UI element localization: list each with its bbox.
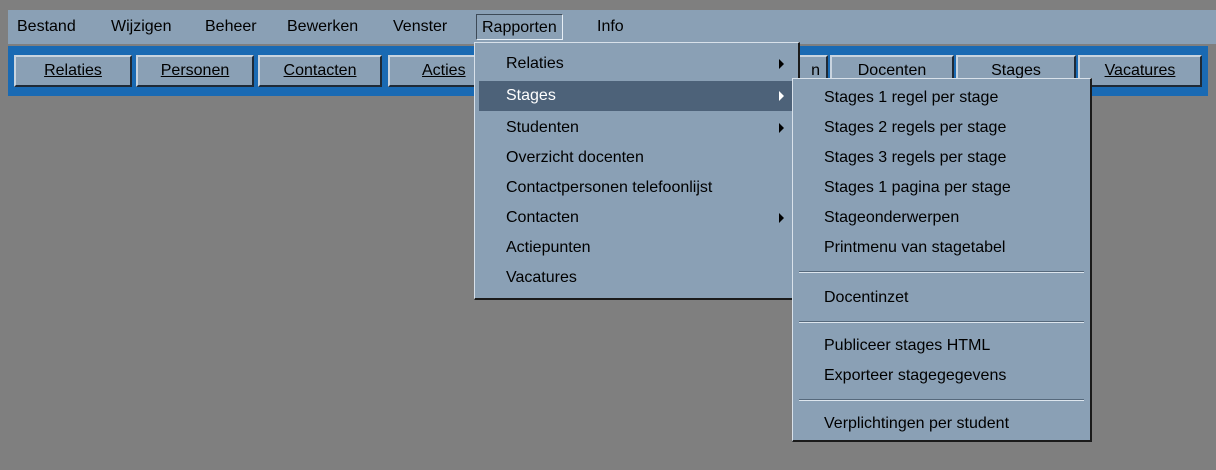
submenu-item-publiceer-stages-html[interactable]: Publiceer stages HTML: [797, 331, 1086, 361]
menu-rapporten[interactable]: Rapporten: [476, 14, 563, 40]
acties-button[interactable]: Acties: [388, 55, 488, 87]
submenu-item-docentinzet[interactable]: Docentinzet: [797, 283, 1086, 313]
stages-submenu: Stages 1 regel per stage Stages 2 regels…: [792, 78, 1092, 442]
menu-item-vacatures-label: Vacatures: [506, 269, 577, 286]
menu-separator: [799, 399, 1084, 401]
vacatures-button[interactable]: Vacatures: [1078, 55, 1202, 87]
submenu-item-label: Exporteer stagegegevens: [824, 367, 1007, 384]
submenu-item-stages-3-regels[interactable]: Stages 3 regels per stage: [797, 143, 1086, 173]
submenu-item-exporteer-stagegegevens[interactable]: Exporteer stagegegevens: [797, 361, 1086, 391]
submenu-item-stages-1-regel[interactable]: Stages 1 regel per stage: [797, 83, 1086, 113]
menu-item-overzicht-docenten[interactable]: Overzicht docenten: [479, 143, 794, 173]
submenu-item-stages-2-regels[interactable]: Stages 2 regels per stage: [797, 113, 1086, 143]
submenu-arrow-icon: [779, 59, 784, 69]
submenu-item-label: Stageonderwerpen: [824, 209, 960, 226]
menu-info[interactable]: Info: [592, 14, 629, 40]
contacten-button[interactable]: Contacten: [258, 55, 382, 87]
submenu-arrow-icon: [779, 123, 784, 133]
menu-item-contactpersonen-label: Contactpersonen telefoonlijst: [506, 179, 713, 196]
relaties-button-label: Relaties: [44, 62, 102, 79]
menu-item-relaties[interactable]: Relaties: [479, 49, 794, 79]
submenu-item-label: Stages 1 regel per stage: [824, 89, 999, 106]
menu-bar: Bestand Wijzigen Beheer Bewerken Venster…: [8, 10, 1216, 44]
submenu-item-label: Stages 2 regels per stage: [824, 119, 1007, 136]
contacten-button-label: Contacten: [283, 62, 357, 79]
relaties-button[interactable]: Relaties: [14, 55, 132, 87]
submenu-item-label: Docentinzet: [824, 289, 909, 306]
menu-item-contactpersonen-telefoonlijst[interactable]: Contactpersonen telefoonlijst: [479, 173, 794, 203]
menu-beheer[interactable]: Beheer: [200, 14, 262, 40]
personen-button[interactable]: Personen: [136, 55, 254, 87]
menu-item-relaties-label: Relaties: [506, 55, 564, 72]
submenu-item-label: Stages 1 pagina per stage: [824, 179, 1011, 196]
submenu-item-printmenu-stagetabel[interactable]: Printmenu van stagetabel: [797, 233, 1086, 263]
submenu-item-label: Verplichtingen per student: [824, 415, 1010, 432]
menu-item-contacten-label: Contacten: [506, 209, 579, 226]
submenu-item-label: Publiceer stages HTML: [824, 337, 991, 354]
menu-bewerken[interactable]: Bewerken: [282, 14, 363, 40]
menu-wijzigen[interactable]: Wijzigen: [106, 14, 176, 40]
partial-button-label: n: [811, 62, 820, 79]
menu-bestand[interactable]: Bestand: [12, 14, 81, 40]
submenu-arrow-icon: [779, 213, 784, 223]
menu-item-actiepunten[interactable]: Actiepunten: [479, 233, 794, 263]
submenu-item-stages-1-pagina[interactable]: Stages 1 pagina per stage: [797, 173, 1086, 203]
menu-item-studenten-label: Studenten: [506, 119, 579, 136]
vacatures-button-label: Vacatures: [1104, 62, 1176, 79]
menu-separator: [799, 271, 1084, 273]
menu-item-contacten[interactable]: Contacten: [479, 203, 794, 233]
menu-item-vacatures[interactable]: Vacatures: [479, 263, 794, 293]
submenu-item-label: Printmenu van stagetabel: [824, 239, 1006, 256]
submenu-arrow-icon: [779, 91, 784, 101]
docenten-button-label: Docenten: [857, 62, 927, 79]
personen-button-label: Personen: [160, 62, 230, 79]
submenu-item-verplichtingen-per-student[interactable]: Verplichtingen per student: [797, 409, 1086, 439]
rapporten-dropdown: Relaties Stages Studenten Overzicht doce…: [474, 42, 800, 300]
stages-button-label: Stages: [991, 62, 1041, 79]
submenu-item-label: Stages 3 regels per stage: [824, 149, 1007, 166]
menu-venster[interactable]: Venster: [388, 14, 452, 40]
menu-item-actiepunten-label: Actiepunten: [506, 239, 591, 256]
menu-separator: [799, 321, 1084, 323]
menu-item-stages[interactable]: Stages: [479, 81, 794, 111]
acties-button-label: Acties: [422, 62, 466, 79]
menu-item-stages-label: Stages: [506, 87, 556, 104]
submenu-item-stageonderwerpen[interactable]: Stageonderwerpen: [797, 203, 1086, 233]
menu-item-studenten[interactable]: Studenten: [479, 113, 794, 143]
menu-item-overzicht-docenten-label: Overzicht docenten: [506, 149, 644, 166]
application-window: Bestand Wijzigen Beheer Bewerken Venster…: [0, 0, 1216, 470]
